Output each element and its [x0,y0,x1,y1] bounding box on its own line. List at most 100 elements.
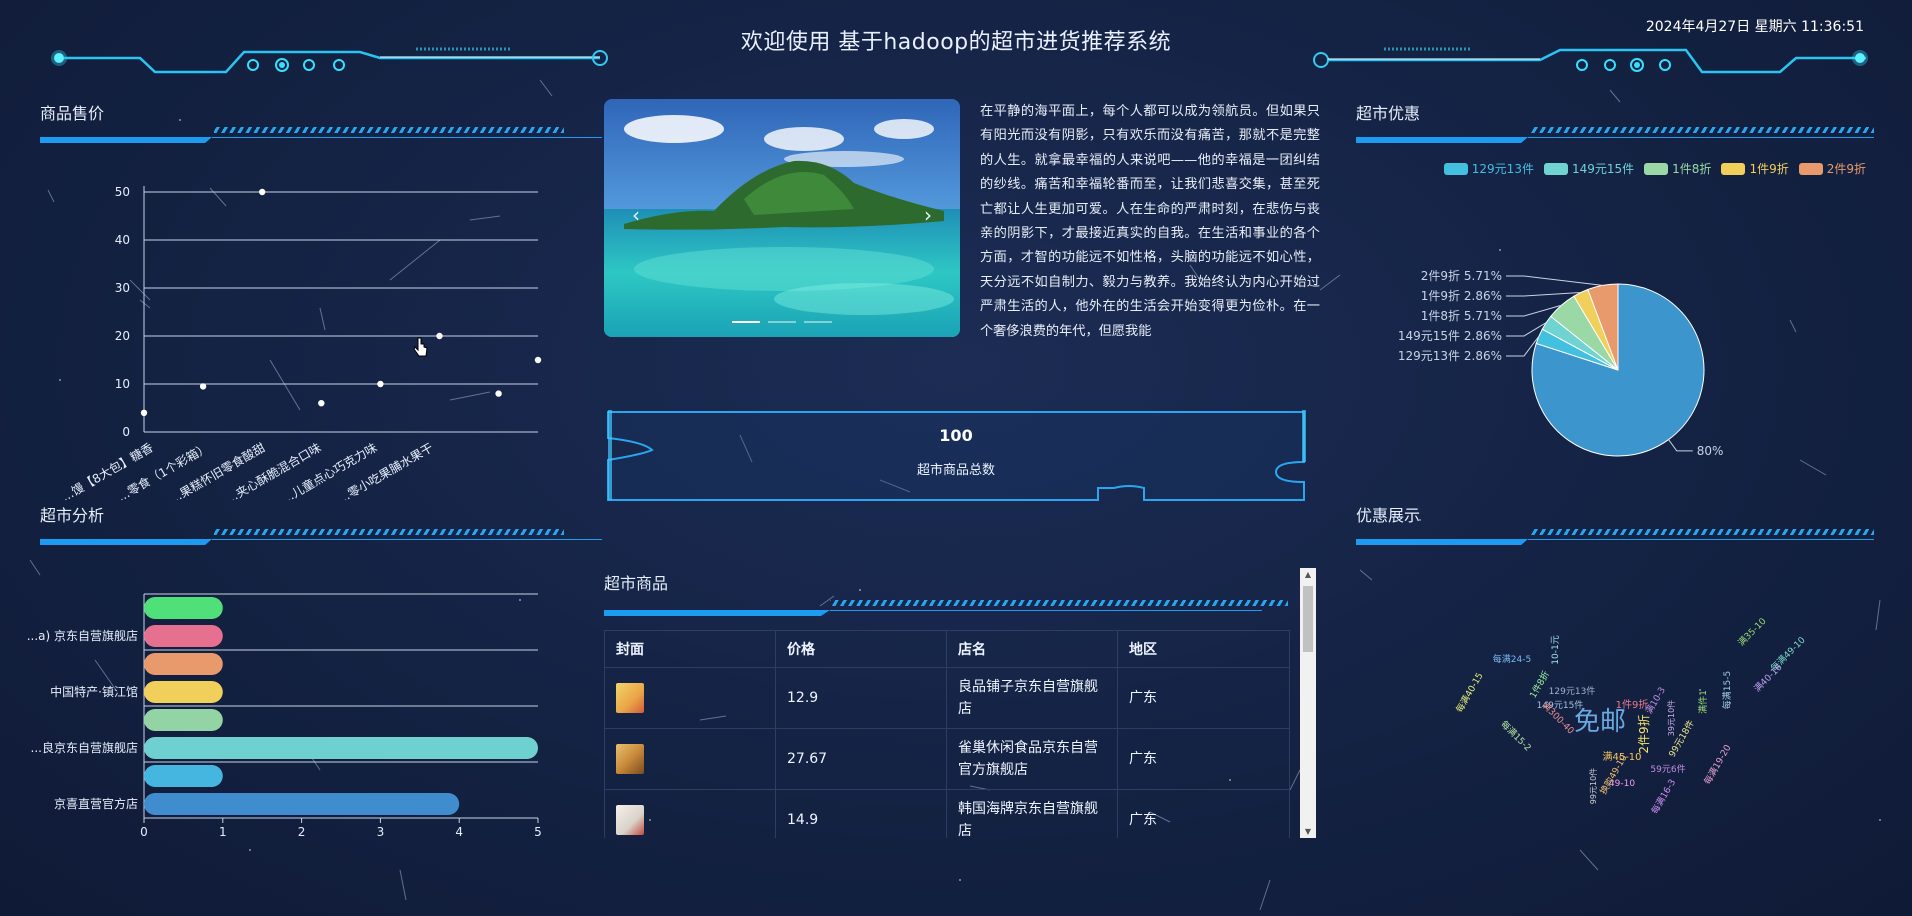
price-chart-xtick: ...零小吃果脯水果干 [335,440,435,500]
scrollbar-thumb[interactable] [1303,586,1313,652]
pie-label: 149元15件 2.86% [1398,329,1502,343]
price-chart-point[interactable] [140,409,148,416]
shop-cell: 良品铺子京东自营旗舰店 [946,667,1118,729]
wordcloud-word[interactable]: 每满15-2 [1498,718,1534,754]
bar-chart-category-label: 中国特产·镇江馆 [50,684,138,699]
bar-chart-bar[interactable] [144,597,223,619]
region-cell: 广东 [1117,667,1290,729]
legend-swatch [1644,162,1669,175]
carousel-next-button[interactable]: › [924,203,932,227]
bar-chart-bar[interactable] [144,765,223,787]
table-row[interactable]: 27.67 雀巢休闲食品京东自营 官方旗舰店 广东 [604,728,1290,790]
discount-panel-underline [1356,124,1880,148]
mouse-cursor [413,337,428,357]
wordcloud-word[interactable]: 1件9折 [1616,698,1649,711]
wordcloud-word[interactable]: 59元6件 [1650,763,1685,775]
stat-frame [607,410,1306,501]
goods-panel-title: 超市商品 [604,574,669,593]
price-chart-point[interactable] [534,356,542,364]
wordcloud-word[interactable]: 每满19-20 [1701,742,1734,786]
product-thumbnail[interactable] [616,805,644,835]
discount-panel: 超市优惠 [1356,100,1880,148]
bar-chart-category-label: ...a) 京东自营旗舰店 [27,628,138,643]
scroll-up-arrow[interactable]: ▲ [1300,570,1316,579]
column-header-cover: 封面 [604,630,776,668]
wordcloud-word[interactable]: 每满15-5 [1721,671,1733,709]
price-chart-point[interactable] [377,380,384,388]
price-chart-point[interactable] [259,188,266,196]
analysis-panel-title: 超市分析 [40,506,105,525]
carousel-indicator[interactable] [768,321,796,323]
price-chart-point[interactable] [495,390,502,397]
price-panel: 商品售价 [40,100,602,148]
legend-item[interactable]: 2件9折 [1798,160,1866,177]
price-chart-ytick: 40 [115,233,130,247]
bar-chart-xtick: 3 [377,825,385,839]
goods-panel: 超市商品 [604,570,1290,622]
table-scrollbar[interactable]: ▲ ▼ [1300,568,1316,838]
bar-chart-bar[interactable] [144,625,223,647]
wordcloud-word[interactable]: 免邮 [1574,707,1626,737]
pie-label: 1件9折 2.86% [1421,288,1502,303]
price-chart-point[interactable] [199,383,207,390]
bar-chart-bar[interactable] [144,653,223,675]
pie-label-line [1668,439,1693,452]
discount-legend: 129元13件 149元15件 1件8折 1件9折 2件9折 [1443,160,1866,177]
pie-label-line [1506,292,1581,297]
wordcloud-word[interactable]: 99元10件 [1588,768,1598,804]
wordcloud-word[interactable]: 39元10件 [1666,700,1676,736]
price-cell: 27.67 [775,728,947,790]
price-panel-underline [40,124,602,148]
legend-item[interactable]: 1件9折 [1721,160,1789,177]
promo-panel: 优惠展示 [1356,502,1880,550]
price-chart-point[interactable] [436,332,443,340]
bar-chart-bar[interactable] [144,681,223,703]
table-header-row: 封面 价格 店名 地区 [604,630,1290,668]
legend-item[interactable]: 149元15件 [1543,160,1634,177]
analysis-panel: 超市分析 [40,502,602,550]
bar-chart-xtick: 5 [534,825,542,839]
wordcloud-word[interactable]: 每满16-3 [1649,777,1679,816]
datetime-display: 2024年4月27日 星期六 11:36:51 [1645,19,1864,35]
analysis-panel-underline [40,526,602,550]
wordcloud-word[interactable]: 每满40-15 [1453,670,1485,714]
image-carousel[interactable]: ‹ › [604,99,960,337]
goods-panel-underline [604,594,1290,622]
carousel-indicator[interactable] [732,321,760,323]
carousel-prev-button[interactable]: ‹ [632,203,640,227]
legend-item[interactable]: 1件8折 [1644,160,1711,177]
bar-chart-category-label: 京喜直营官方店 [54,796,138,811]
goods-total-value: 100 [939,426,973,445]
carousel-slide-image [604,99,960,337]
region-cell: 广东 [1117,789,1290,838]
bar-chart-bar[interactable] [144,793,460,815]
goods-table: 封面 价格 店名 地区 12.9 良品铺子京东自营旗舰店 广东 27.67 雀巢… [604,630,1290,838]
table-row[interactable]: 14.9 韩国海牌京东自营旗舰店 广东 [604,789,1290,838]
wordcloud-word[interactable]: 2件9折 [1636,714,1651,753]
product-thumbnail[interactable] [616,744,644,774]
pie-label: 1件8折 5.71% [1421,308,1502,323]
column-header-region: 地区 [1117,630,1290,668]
wordcloud-word[interactable]: 每满24-5 [1493,653,1531,665]
carousel-indicator[interactable] [804,321,832,323]
price-cell: 12.9 [775,667,947,729]
bar-chart-bar[interactable] [144,709,223,731]
wordcloud-word[interactable]: 129元13件 [1549,685,1596,697]
wordcloud-word[interactable]: 满件1 [1697,690,1709,714]
pie-label: 2件9折 5.71% [1421,268,1502,283]
legend-label: 1件9折 [1749,162,1789,176]
price-cell: 14.9 [775,789,947,838]
scroll-down-arrow[interactable]: ▼ [1300,827,1316,836]
table-row[interactable]: 12.9 良品铺子京东自营旗舰店 广东 [604,667,1290,729]
promo-panel-title: 优惠展示 [1356,506,1421,525]
legend-item[interactable]: 129元13件 [1443,160,1534,177]
wordcloud-word[interactable]: 10-1元 [1551,635,1561,664]
goods-table-container: 封面 价格 店名 地区 12.9 良品铺子京东自营旗舰店 广东 27.67 雀巢… [604,630,1290,838]
price-chart-ytick: 0 [122,425,130,439]
goods-total-label: 超市商品总数 [916,463,995,478]
bar-chart-bar[interactable] [144,737,538,759]
pie-label-line [1506,275,1603,286]
price-chart-point[interactable] [318,400,325,407]
product-thumbnail[interactable] [616,683,644,713]
wordcloud-word[interactable]: 满35-10 [1736,616,1769,649]
